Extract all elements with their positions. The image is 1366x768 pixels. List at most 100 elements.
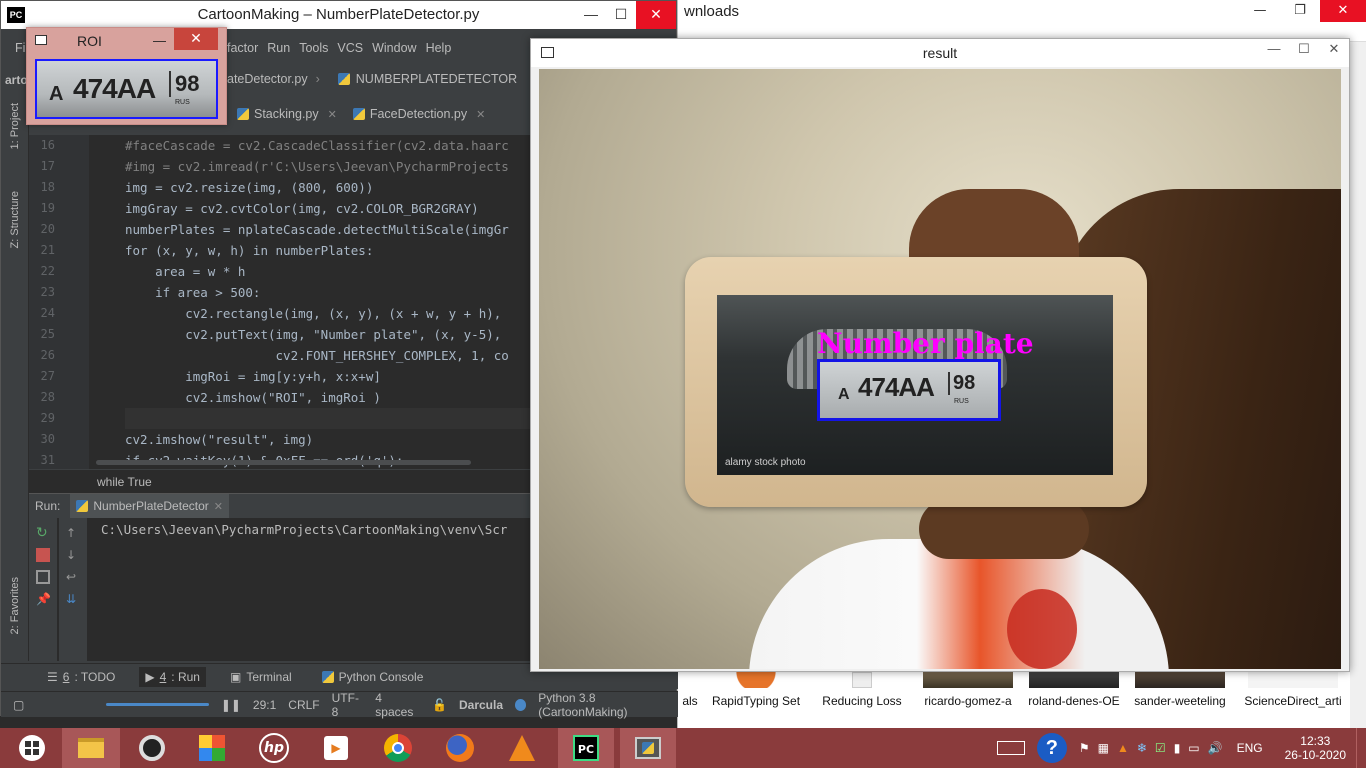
- file-encoding[interactable]: UTF-8: [332, 691, 364, 719]
- project-name-partial[interactable]: arto: [5, 73, 28, 87]
- pin-icon[interactable]: 📌: [36, 592, 51, 606]
- rerun-icon[interactable]: ↻: [36, 526, 50, 540]
- app-icon[interactable]: ▦: [1098, 741, 1109, 755]
- taskbar-hp[interactable]: hp: [248, 728, 300, 768]
- code-editor[interactable]: 16 17 18 19 20 21 22 23 24 25 26 27 28 2…: [29, 135, 531, 469]
- arrow-down-icon[interactable]: ↓: [66, 548, 80, 562]
- window-icon: [35, 35, 47, 45]
- roi-title: ROI: [77, 33, 102, 49]
- close-icon[interactable]: ✕: [476, 108, 485, 121]
- menu-item-vcs[interactable]: VCS: [337, 41, 363, 55]
- clock[interactable]: 12:33 26-10-2020: [1285, 734, 1346, 762]
- tool-structure[interactable]: Z: Structure: [9, 191, 21, 248]
- run-config-select[interactable]: NUMBERPLATEDETECTOR ▾: [337, 72, 543, 87]
- code-line: cv2.FONT_HERSHEY_COMPLEX, 1, co: [125, 348, 509, 363]
- lock-icon[interactable]: 🔓: [432, 698, 447, 712]
- keyboard-icon[interactable]: [996, 741, 1025, 755]
- thumbnail-item[interactable]: RapidTyping Set: [708, 672, 804, 712]
- taskbar-pycharm[interactable]: PC: [558, 728, 614, 768]
- code-line: #faceCascade = cv2.CascadeClassifier(cv2…: [125, 138, 509, 153]
- line-separator[interactable]: CRLF: [288, 698, 319, 712]
- taskbar-chrome[interactable]: [372, 728, 424, 768]
- show-desktop-button[interactable]: [1356, 728, 1366, 768]
- battery-icon[interactable]: ▭: [1188, 741, 1199, 755]
- menu-item-tools[interactable]: Tools: [299, 41, 328, 55]
- help-icon[interactable]: ?: [1036, 733, 1067, 763]
- hp-icon: hp: [259, 733, 289, 763]
- code-line: for (x, y, w, h) in numberPlates:: [125, 243, 374, 258]
- tool-project[interactable]: 1: Project: [9, 103, 21, 149]
- close-icon[interactable]: ✕: [328, 108, 337, 121]
- editor-horizontal-scrollbar[interactable]: [96, 460, 471, 465]
- thumbnail-item[interactable]: Reducing Loss: [814, 672, 910, 712]
- pycharm-minimize-button[interactable]: —: [576, 1, 606, 29]
- plate-letter: A: [49, 83, 64, 105]
- thumbnail-item[interactable]: ScienceDirect_arti: [1238, 672, 1348, 712]
- console-output[interactable]: C:\Users\Jeevan\PycharmProjects\CartoonM…: [101, 522, 507, 537]
- tab-terminal[interactable]: ▣ Terminal: [224, 667, 298, 687]
- thumbnail-item[interactable]: als: [678, 672, 702, 712]
- tab-python-console[interactable]: Python Console: [316, 667, 430, 687]
- tab-facedetection[interactable]: FaceDetection.py ✕: [343, 101, 492, 127]
- check-icon[interactable]: ☑: [1155, 741, 1166, 755]
- plate-region: 98: [169, 71, 199, 97]
- nav-file[interactable]: ateDetector.py: [227, 72, 308, 86]
- layout-icon[interactable]: ▢: [13, 698, 24, 712]
- theme-name[interactable]: Darcula: [459, 698, 503, 712]
- explorer-close-button[interactable]: ✕: [1320, 0, 1366, 22]
- stop-icon[interactable]: [36, 548, 50, 562]
- arrow-up-icon[interactable]: ↑: [66, 526, 80, 540]
- tool-favorites[interactable]: 2: Favorites: [9, 577, 21, 634]
- taskbar-file-explorer[interactable]: [62, 728, 120, 768]
- flag-icon[interactable]: ⚑: [1079, 741, 1090, 755]
- result-close-button[interactable]: ✕: [1319, 39, 1349, 61]
- explorer-scrollbar[interactable]: [1350, 42, 1366, 728]
- snowflake-icon[interactable]: ❄: [1137, 741, 1147, 755]
- run-toolbar-right: ↑ ↓ ↩ ⇊: [59, 518, 87, 662]
- pycharm-maximize-button[interactable]: ☐: [606, 1, 636, 29]
- result-minimize-button[interactable]: —: [1259, 39, 1289, 61]
- menu-item-refactor[interactable]: factor: [227, 41, 258, 55]
- menu-item-run[interactable]: Run: [267, 41, 290, 55]
- code-line: imgGray = cv2.cvtColor(img, cv2.COLOR_BG…: [125, 201, 479, 216]
- taskbar-vlc[interactable]: [496, 728, 548, 768]
- soft-wrap-icon[interactable]: ↩: [66, 570, 80, 584]
- taskbar-video[interactable]: ▶: [310, 728, 362, 768]
- line-number: 28: [40, 390, 55, 404]
- network-icon[interactable]: ▮: [1174, 741, 1181, 755]
- indent-setting[interactable]: 4 spaces: [375, 691, 420, 719]
- vlc-tray-icon[interactable]: ▲: [1117, 741, 1129, 755]
- list-icon: ☰: [47, 669, 58, 684]
- run-tab[interactable]: NumberPlateDetector ✕: [70, 494, 229, 518]
- thumbnail-item[interactable]: ricardo-gomez-a: [920, 672, 1016, 712]
- start-button[interactable]: [6, 728, 58, 768]
- explorer-maximize-button[interactable]: ❐: [1280, 0, 1320, 22]
- language-indicator[interactable]: ENG: [1237, 741, 1263, 755]
- explorer-minimize-button[interactable]: —: [1240, 0, 1280, 22]
- interpreter[interactable]: Python 3.8 (CartoonMaking): [538, 691, 678, 719]
- taskbar-python[interactable]: [620, 728, 676, 768]
- thumbnail-item[interactable]: sander-weeteling: [1132, 672, 1228, 712]
- result-maximize-button[interactable]: ☐: [1289, 39, 1319, 61]
- close-icon[interactable]: ✕: [214, 500, 223, 513]
- roi-close-button[interactable]: ✕: [174, 28, 218, 50]
- volume-icon[interactable]: 🔊: [1208, 741, 1223, 755]
- taskbar-paint[interactable]: [186, 728, 238, 768]
- python-icon: [321, 670, 334, 683]
- tab-todo[interactable]: ☰ 6: TODO: [41, 667, 121, 687]
- detection-box: A 474AA 98 RUS: [817, 359, 1001, 421]
- menu-item-help[interactable]: Help: [426, 41, 452, 55]
- caret-position[interactable]: 29:1: [253, 698, 276, 712]
- pycharm-close-button[interactable]: ✕: [636, 1, 676, 29]
- taskbar-webcam[interactable]: [126, 728, 178, 768]
- tab-run[interactable]: ▶ 4: Run: [139, 666, 206, 687]
- menu-item-window[interactable]: Window: [372, 41, 416, 55]
- roi-minimize-button[interactable]: —: [153, 28, 166, 54]
- pause-icon[interactable]: ❚❚: [221, 698, 241, 712]
- code-breadcrumb[interactable]: while True: [29, 469, 531, 493]
- thumbnail-item[interactable]: roland-denes-OE: [1026, 672, 1122, 712]
- taskbar-firefox[interactable]: [434, 728, 486, 768]
- scroll-to-end-icon[interactable]: ⇊: [66, 592, 80, 606]
- layout-icon[interactable]: [36, 570, 50, 584]
- tab-stacking[interactable]: Stacking.py ✕: [227, 101, 343, 127]
